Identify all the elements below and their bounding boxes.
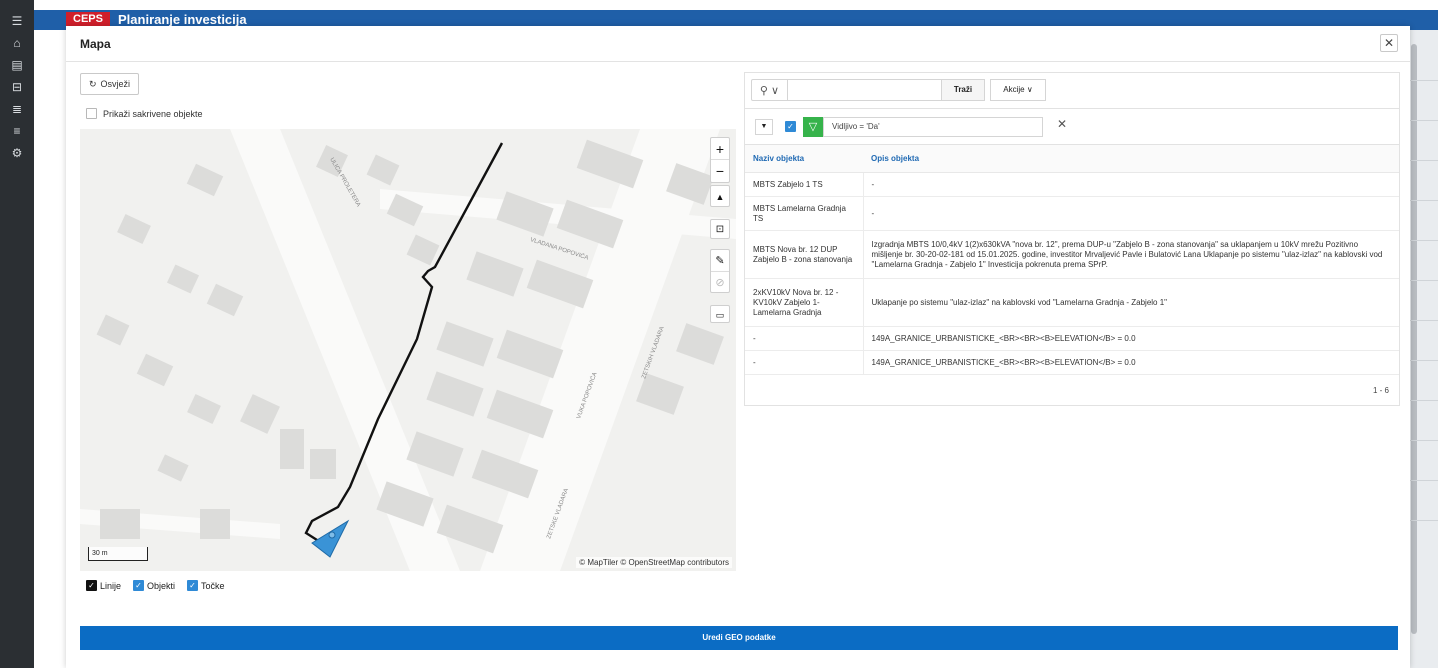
objects-table: Naziv objekta Opis objekta MBTS Zabjelo …	[745, 145, 1399, 375]
objects-grid: ⚲ ∨ Traži Akcije ∨ ▼ ✓ ▽ Vidljivo = 'Da'…	[744, 72, 1400, 406]
cell-name: MBTS Nova br. 12 DUP Zabjelo B - zona st…	[745, 230, 864, 279]
layer-objects-label: Objekti	[147, 580, 176, 591]
checkbox-box[interactable]	[86, 108, 97, 119]
list-alt-icon[interactable]: ≡	[0, 120, 34, 142]
edit-geo-data-button[interactable]: Uredi GEO podatke	[80, 626, 1398, 650]
show-hidden-objects-label: Prikaži sakrivene objekte	[103, 108, 203, 119]
filter-bar: ▼ ✓ ▽ Vidljivo = 'Da' ✕	[745, 109, 1399, 145]
archive-icon[interactable]: ▤	[0, 54, 34, 76]
measure-ruler-icon[interactable]: ▭	[710, 305, 730, 323]
compass-button[interactable]: ▲	[710, 185, 730, 207]
cell-description: Izgradnja MBTS 10/0,4kV 1(2)x630kVA "nov…	[863, 230, 1399, 279]
search-go-button[interactable]: Traži	[941, 79, 985, 101]
checkbox-checked[interactable]: ✓	[133, 580, 145, 591]
map-tiles: ULICA PROLETERA VLADANA POPOVIĆA VUKA PO…	[80, 129, 736, 571]
filter-collapse-button[interactable]: ▼	[755, 119, 773, 135]
map-canvas[interactable]: ULICA PROLETERA VLADANA POPOVIĆA VUKA PO…	[80, 129, 736, 571]
actions-menu-button[interactable]: Akcije ∨	[990, 79, 1046, 101]
cell-name: -	[745, 326, 864, 351]
zoom-to-extent-icon[interactable]: ⊡	[710, 219, 730, 239]
app-logo: CEPS	[66, 12, 110, 26]
close-button[interactable]: ✕	[1380, 34, 1398, 52]
refresh-button[interactable]: ↻ Osvježi	[80, 73, 140, 95]
background-page-edge	[1410, 30, 1438, 668]
layer-lines-toggle[interactable]: ✓ Linije	[86, 580, 121, 591]
cell-description: 149A_GRANICE_URBANISTICKE_<BR><BR><B>ELE…	[863, 350, 1399, 375]
cell-description: -	[863, 196, 1399, 231]
table-row[interactable]: MBTS Zabjelo 1 TS -	[745, 172, 1399, 197]
settings-icon[interactable]: ⚙	[0, 142, 34, 164]
checkbox-checked[interactable]: ✓	[86, 580, 97, 591]
map-scale: 30 m	[88, 547, 148, 561]
filter-remove-icon[interactable]: ✕	[1057, 117, 1067, 131]
pagination-info: 1 - 6	[1372, 386, 1389, 395]
table-row[interactable]: - 149A_GRANICE_URBANISTICKE_<BR><BR><B>E…	[745, 350, 1399, 375]
cell-description: Uklapanje po sistemu "ulaz-izlaz" na kab…	[863, 278, 1399, 327]
zoom-in-button[interactable]: +	[711, 138, 729, 160]
app-sidebar: ☰ ⌂ ▤ ⊟ ≣ ≡ ⚙	[0, 0, 34, 668]
filter-icon[interactable]: ▽	[803, 117, 823, 137]
search-icon[interactable]: ⚲ ∨	[752, 80, 788, 100]
zoom-out-button[interactable]: −	[711, 160, 729, 182]
refresh-icon: ↻	[89, 78, 97, 89]
edit-icon[interactable]: ✎	[711, 250, 729, 272]
cell-name: MBTS Zabjelo 1 TS	[745, 172, 864, 197]
cell-name: 2xKV10kV Nova br. 12 - KV10kV Zabjelo 1-…	[745, 278, 864, 327]
dialog-header: Mapa ✕	[66, 26, 1410, 62]
refresh-label: Osvježi	[100, 79, 131, 89]
layer-points-label: Točke	[201, 580, 225, 591]
table-row[interactable]: MBTS Nova br. 12 DUP Zabjelo B - zona st…	[745, 230, 1399, 279]
dialog-title: Mapa	[80, 37, 111, 51]
show-hidden-objects-checkbox[interactable]: Prikaži sakrivene objekte	[86, 108, 203, 119]
layer-lines-label: Linije	[100, 580, 122, 591]
cell-name: MBTS Lamelarna Gradnja TS	[745, 196, 864, 231]
menu-icon[interactable]: ☰	[0, 10, 34, 32]
map-dialog: Mapa ✕ ↻ Osvježi Prikaži sakrivene objek…	[66, 26, 1410, 668]
zoom-control: + −	[710, 137, 730, 183]
column-header-name[interactable]: Naziv objekta	[745, 145, 863, 173]
filter-text[interactable]: Vidljivo = 'Da'	[823, 117, 1043, 137]
column-header-description[interactable]: Opis objekta	[863, 145, 1399, 173]
draw-tools: ✎ ⊘	[710, 249, 730, 293]
cancel-icon[interactable]: ⊘	[711, 272, 729, 294]
checkbox-checked[interactable]: ✓	[187, 580, 199, 591]
cell-name: -	[745, 350, 864, 375]
table-row[interactable]: 2xKV10kV Nova br. 12 - KV10kV Zabjelo 1-…	[745, 278, 1399, 327]
home-icon[interactable]: ⌂	[0, 32, 34, 54]
list-icon[interactable]: ≣	[0, 98, 34, 120]
map-layer-legend: ✓ Linije ✓ Objekti ✓ Točke	[86, 580, 225, 591]
layer-objects-toggle[interactable]: ✓ Objekti	[133, 580, 175, 591]
grid-toolbar: ⚲ ∨ Traži Akcije ∨	[745, 73, 1399, 109]
scrollbar[interactable]	[1411, 44, 1417, 634]
map-attribution[interactable]: © MapTiler © OpenStreetMap contributors	[576, 557, 732, 568]
table-row[interactable]: MBTS Lamelarna Gradnja TS -	[745, 196, 1399, 231]
table-row[interactable]: - 149A_GRANICE_URBANISTICKE_<BR><BR><B>E…	[745, 326, 1399, 351]
filter-enabled-checkbox[interactable]: ✓	[785, 121, 796, 132]
cell-description: 149A_GRANICE_URBANISTICKE_<BR><BR><B>ELE…	[863, 326, 1399, 351]
table-icon[interactable]: ⊟	[0, 76, 34, 98]
layer-points-toggle[interactable]: ✓ Točke	[187, 580, 225, 591]
cell-description: -	[863, 172, 1399, 197]
